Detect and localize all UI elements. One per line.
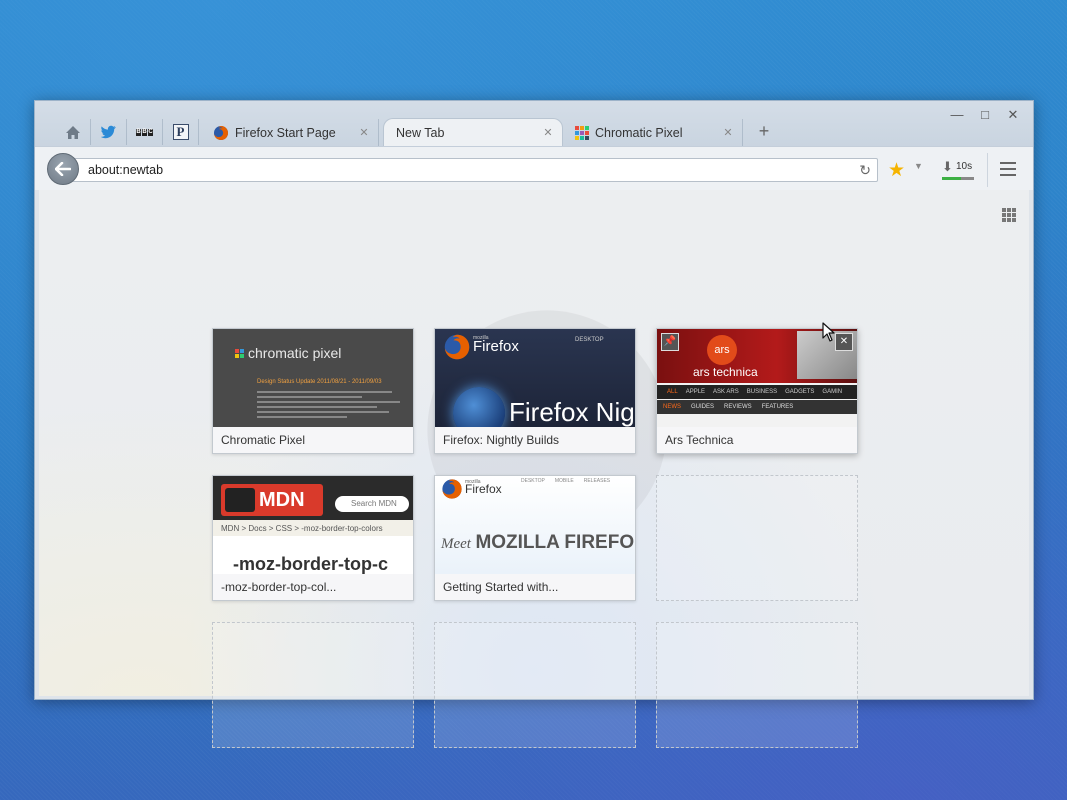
close-window-button[interactable]: ✕ (1001, 107, 1025, 123)
thumb-nav-item: BUSINESS (746, 389, 778, 395)
pinned-tab-home[interactable] (55, 119, 91, 145)
globe-graphic (453, 387, 505, 427)
tile-mdn[interactable]: MDN Search MDN MDN > Docs > CSS > -moz-b… (212, 475, 414, 601)
window-controls: — □ ✕ (945, 107, 1025, 123)
tab-title: Firefox Start Page (235, 125, 336, 140)
thumb-headline: MOZILLA FIREFO (475, 532, 635, 553)
new-tab-button[interactable]: + (753, 121, 775, 142)
bookmark-dropdown-icon[interactable]: ▼ (914, 161, 923, 171)
toggle-grid-icon[interactable] (1002, 208, 1016, 222)
toolbar-separator (987, 153, 988, 187)
url-text: about:newtab (88, 163, 164, 177)
maximize-button[interactable]: □ (973, 107, 997, 123)
chromatic-pixel-logo-icon (235, 348, 244, 358)
remove-tile-button[interactable]: ✕ (835, 333, 853, 351)
back-button[interactable] (47, 153, 79, 185)
mouse-cursor-icon (822, 322, 835, 342)
tab-close-button[interactable]: ✕ (358, 126, 370, 139)
firefox-logo-icon (444, 334, 470, 360)
tile-empty (212, 622, 414, 748)
bbc-icon: B B C (136, 128, 153, 136)
minimize-button[interactable]: — (945, 107, 969, 123)
pinned-tab-twitter[interactable] (91, 119, 127, 145)
twitter-icon (100, 125, 116, 139)
thumb-nav: DESKTOP (575, 337, 604, 343)
thumb-nav-item: RELEASES (583, 478, 611, 484)
thumb-nav-item: GAMIN (822, 389, 843, 395)
thumb-breadcrumb: MDN > Docs > CSS > -moz-border-top-color… (221, 524, 383, 533)
pinned-tab-bbc[interactable]: B B C (127, 119, 163, 145)
tile-title: Chromatic Pixel (213, 427, 413, 453)
thumb-brand: MDN (259, 488, 305, 511)
tab-close-button[interactable]: ✕ (722, 126, 734, 139)
tile-getting-started[interactable]: mozilla Firefox DESKTOP MOBILE RELEASES … (434, 475, 636, 601)
thumb-subnav-item: GUIDES (691, 404, 715, 410)
dino-icon (225, 488, 255, 512)
tile-empty (656, 475, 858, 601)
tile-title: Ars Technica (657, 427, 857, 453)
thumb-subnav-item: REVIEWS (724, 404, 752, 410)
thumb-nav-item: DESKTOP (521, 478, 545, 484)
tile-thumbnail: mozilla Firefox DESKTOP MOBILE RELEASES … (435, 476, 635, 574)
thumb-brand: Firefox (465, 482, 502, 496)
thumb-headline-prefix: Meet (441, 536, 471, 552)
back-arrow-icon (55, 162, 71, 176)
firefox-logo-icon (442, 479, 462, 499)
thumb-nav-item: GADGETS (785, 389, 815, 395)
home-icon (65, 125, 80, 139)
thumb-nav-item: MOBILE (554, 478, 574, 484)
firefox-icon (214, 125, 228, 140)
thumb-subheading: Design Status Update 2011/08/21 - 2011/0… (257, 379, 382, 385)
pin-tile-button[interactable]: 📌 (661, 333, 679, 351)
browser-window: — □ ✕ B B C P Firefox Start Page ✕ New T… (34, 100, 1034, 748)
downloads-time-remaining: 10s (956, 161, 973, 172)
pinboard-icon: P (172, 124, 189, 140)
tab-strip: — □ ✕ B B C P Firefox Start Page ✕ New T… (35, 101, 1033, 147)
tab-chromatic-pixel[interactable]: Chromatic Pixel ✕ (567, 119, 743, 146)
thumb-subnav-item: NEWS (663, 404, 681, 410)
thumb-headline: Firefox Nig (509, 397, 635, 427)
tile-thumbnail: ars ars technica ALL APPLE ASK ARS BUSIN… (657, 329, 857, 427)
thumb-nav-item: ASK ARS (713, 389, 739, 395)
thumb-subnav-item: FEATURES (761, 404, 794, 410)
new-tab-page: chromatic pixel Design Status Update 201… (39, 190, 1029, 748)
menu-hamburger-icon[interactable] (1000, 162, 1016, 180)
bookmark-star-icon[interactable]: ★ (888, 159, 905, 182)
thumb-headline: -moz-border-top-c (233, 554, 388, 574)
tile-empty (656, 622, 858, 748)
thumb-brand: Firefox (473, 338, 519, 355)
tab-title: New Tab (396, 125, 445, 140)
tile-thumbnail: chromatic pixel Design Status Update 201… (213, 329, 413, 427)
tab-firefox-start-page[interactable]: Firefox Start Page ✕ (205, 119, 379, 146)
chromatic-pixel-icon (575, 125, 589, 140)
tile-title: Firefox: Nightly Builds (435, 427, 635, 453)
thumb-heading: chromatic pixel (248, 345, 342, 361)
url-bar[interactable]: about:newtab ↻ (65, 158, 878, 182)
tile-chromatic-pixel[interactable]: chromatic pixel Design Status Update 201… (212, 328, 414, 454)
tile-empty (434, 622, 636, 748)
tile-firefox-nightly-builds[interactable]: mozilla Firefox DESKTOP Firefox Nig Fire… (434, 328, 636, 454)
downloads-progress-bar (942, 177, 974, 180)
thumb-search: Search MDN (335, 496, 409, 512)
tab-close-button[interactable]: ✕ (542, 126, 554, 139)
mdn-logo: MDN (221, 484, 323, 516)
thumb-nav-item: ALL (667, 389, 678, 395)
tile-title: Getting Started with... (435, 574, 635, 600)
tile-thumbnail: mozilla Firefox DESKTOP Firefox Nig (435, 329, 635, 427)
tab-title: Chromatic Pixel (595, 125, 683, 140)
thumb-brand: ars technica (693, 365, 758, 379)
thumb-nav-item: APPLE (685, 389, 706, 395)
ars-logo: ars (707, 335, 737, 365)
tab-new-tab[interactable]: New Tab ✕ (383, 118, 563, 146)
tile-thumbnail: MDN Search MDN MDN > Docs > CSS > -moz-b… (213, 476, 413, 574)
navigation-bar: about:newtab ↻ ★ ▼ ⬇ 10s (35, 146, 1033, 190)
download-arrow-icon: ⬇ (942, 159, 953, 174)
tile-ars-technica[interactable]: ars ars technica ALL APPLE ASK ARS BUSIN… (656, 328, 858, 454)
reload-icon[interactable]: ↻ (859, 162, 871, 179)
tile-title: -moz-border-top-col... (213, 574, 413, 600)
pinned-tab-pinboard[interactable]: P (163, 119, 199, 145)
